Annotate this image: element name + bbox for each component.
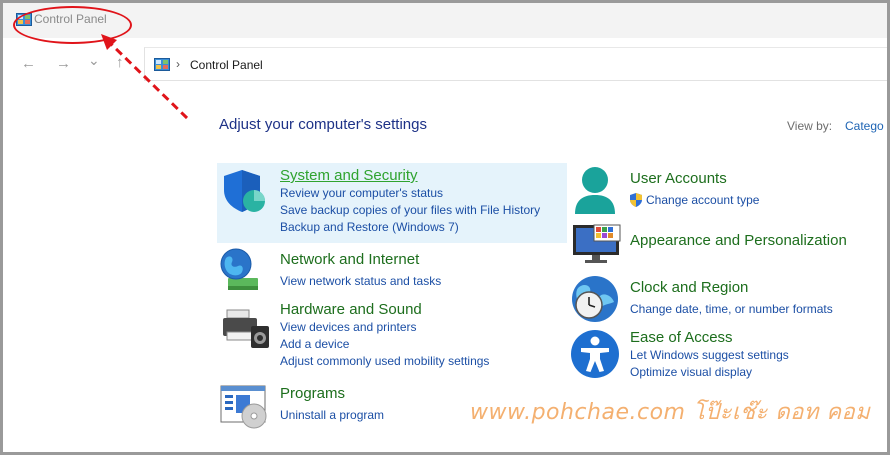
- link-change-account-type[interactable]: Change account type: [646, 193, 759, 207]
- view-by-label: View by:: [787, 119, 833, 133]
- accessibility-icon[interactable]: [570, 329, 620, 379]
- forward-arrow-icon[interactable]: →: [56, 56, 71, 72]
- link-file-history[interactable]: Save backup copies of your files with Fi…: [280, 203, 540, 217]
- link-mobility-settings[interactable]: Adjust commonly used mobility settings: [280, 354, 489, 368]
- clock-globe-icon[interactable]: [570, 274, 620, 324]
- link-review-computer-status[interactable]: Review your computer's status: [280, 186, 443, 200]
- back-arrow-icon[interactable]: ←: [21, 56, 36, 72]
- link-add-device[interactable]: Add a device: [280, 337, 349, 351]
- category-hardware-and-sound[interactable]: Hardware and Sound: [280, 301, 422, 318]
- shield-icon[interactable]: [221, 168, 267, 214]
- globe-network-icon[interactable]: [220, 246, 268, 294]
- category-network-and-internet[interactable]: Network and Internet: [280, 251, 419, 268]
- address-bar[interactable]: › Control Panel: [144, 47, 887, 81]
- annotation-arrow-icon: [101, 34, 189, 120]
- user-icon[interactable]: [573, 166, 617, 216]
- category-appearance-and-personalization[interactable]: Appearance and Personalization: [630, 232, 847, 249]
- breadcrumb[interactable]: Control Panel: [190, 58, 263, 72]
- category-user-accounts[interactable]: User Accounts: [630, 170, 727, 187]
- printer-speaker-icon[interactable]: [221, 308, 271, 350]
- category-programs[interactable]: Programs: [280, 385, 345, 402]
- page-title: Adjust your computer's settings: [219, 116, 427, 133]
- monitor-palette-icon[interactable]: [572, 223, 622, 265]
- link-windows-suggest-settings[interactable]: Let Windows suggest settings: [630, 348, 789, 362]
- link-devices-printers[interactable]: View devices and printers: [280, 320, 417, 334]
- view-by-dropdown[interactable]: Catego: [845, 119, 884, 133]
- link-optimize-visual-display[interactable]: Optimize visual display: [630, 365, 752, 379]
- link-backup-restore[interactable]: Backup and Restore (Windows 7): [280, 220, 459, 234]
- link-network-status[interactable]: View network status and tasks: [280, 274, 441, 288]
- link-uninstall-program[interactable]: Uninstall a program: [280, 408, 384, 422]
- category-ease-of-access[interactable]: Ease of Access: [630, 329, 733, 346]
- watermark-text: www.pohchae.com โป๊ะเช๊ะ ดอท คอม: [470, 400, 871, 425]
- category-clock-and-region[interactable]: Clock and Region: [630, 279, 748, 296]
- category-system-and-security[interactable]: System and Security: [280, 167, 418, 184]
- programs-disc-icon[interactable]: [220, 385, 270, 429]
- uac-shield-icon: [630, 193, 642, 207]
- link-date-time-formats[interactable]: Change date, time, or number formats: [630, 302, 833, 316]
